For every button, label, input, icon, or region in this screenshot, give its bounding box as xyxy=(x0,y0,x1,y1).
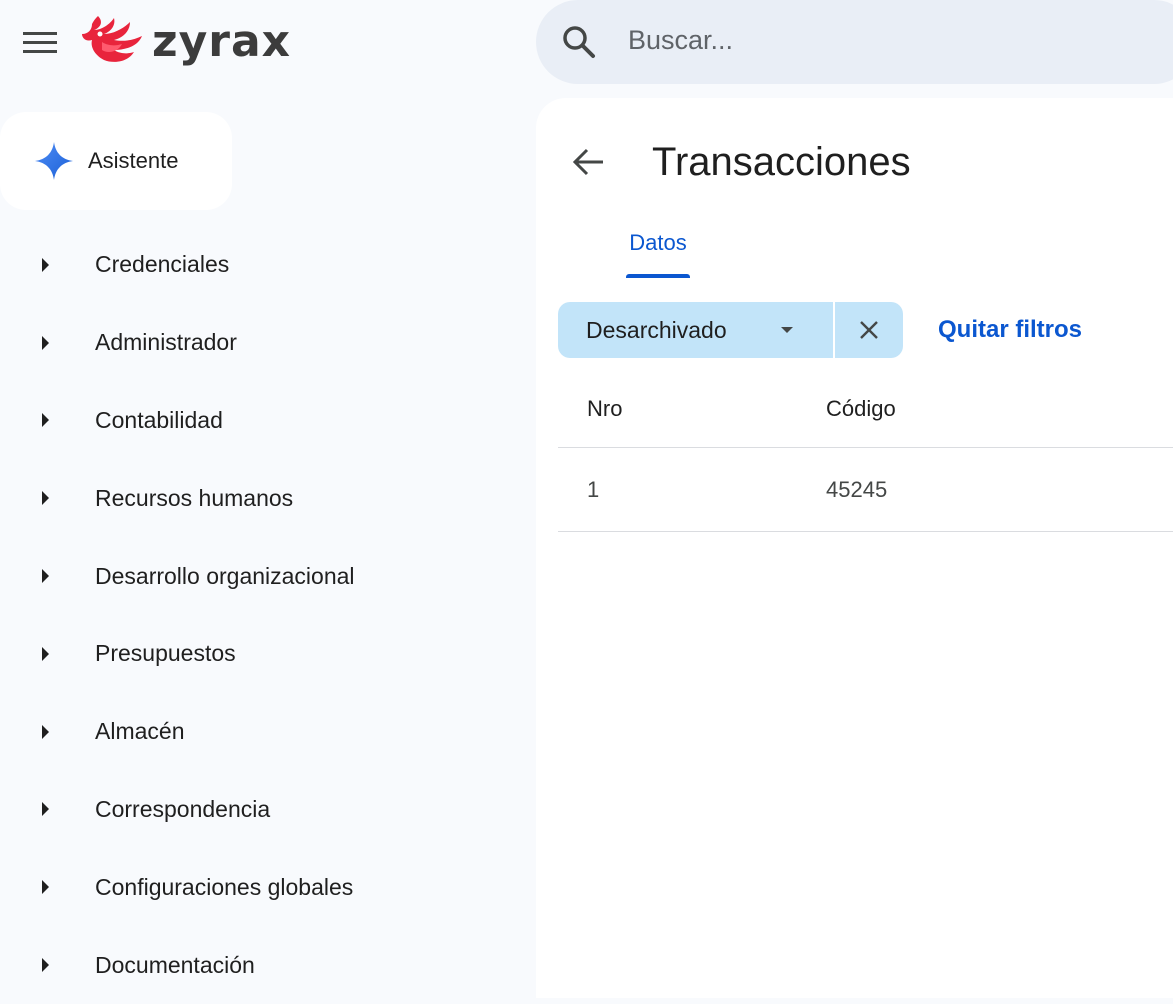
sidebar-item-label: Desarrollo organizacional xyxy=(95,562,355,589)
sidebar-item-contabilidad[interactable]: Contabilidad xyxy=(0,382,534,460)
expand-arrow-icon xyxy=(42,880,49,895)
back-button[interactable] xyxy=(566,140,610,184)
sparkle-icon xyxy=(35,142,73,180)
sidebar-item-label: Documentación xyxy=(95,951,255,978)
expand-arrow-icon xyxy=(42,335,49,350)
sidebar-item-label: Correspondencia xyxy=(95,795,271,822)
data-table: Nro Código 1 45245 xyxy=(558,370,1173,532)
table-cell: 45245 xyxy=(826,476,888,502)
tab-datos[interactable]: Datos xyxy=(622,226,694,278)
sidebar-item-label: Configuraciones globales xyxy=(95,873,354,900)
active-tab-indicator xyxy=(626,274,690,278)
filter-chip-label: Desarchivado xyxy=(586,316,727,343)
close-icon xyxy=(860,321,878,339)
sidebar-item-administrador[interactable]: Administrador xyxy=(0,304,534,382)
logo-wordmark: zyrax xyxy=(152,16,292,67)
assistant-label: Asistente xyxy=(88,148,179,173)
expand-arrow-icon xyxy=(42,646,49,661)
arrow-back-icon xyxy=(572,148,603,176)
table-row[interactable]: 1 45245 xyxy=(558,448,1173,532)
sidebar-item-label: Recursos humanos xyxy=(95,484,294,511)
filter-chip-dropdown[interactable]: Desarchivado xyxy=(558,302,833,358)
expand-arrow-icon xyxy=(42,491,49,506)
expand-arrow-icon xyxy=(42,802,49,817)
sidebar-item-label: Credenciales xyxy=(95,251,230,278)
column-header-nro[interactable]: Nro xyxy=(558,396,826,422)
filter-chip: Desarchivado xyxy=(558,302,903,358)
sidebar-item-label: Almacén xyxy=(95,718,185,745)
sidebar-item-label: Administrador xyxy=(95,329,237,356)
sidebar-item-almacen[interactable]: Almacén xyxy=(0,693,534,771)
sidebar-item-label: Presupuestos xyxy=(95,640,236,667)
sidebar-item-label: Contabilidad xyxy=(95,406,223,433)
expand-arrow-icon xyxy=(42,257,49,272)
main-panel: Transacciones Datos Desarchivado Quitar … xyxy=(536,98,1173,998)
hamburger-menu-icon xyxy=(23,32,57,53)
sidebar-item-presupuestos[interactable]: Presupuestos xyxy=(0,615,534,693)
assistant-button[interactable]: Asistente xyxy=(0,112,232,210)
table-cell: 1 xyxy=(587,476,600,502)
search-icon[interactable] xyxy=(560,23,598,61)
sidebar-item-documentacion[interactable]: Documentación xyxy=(0,926,534,1004)
page-title: Transacciones xyxy=(652,140,911,184)
sidebar-item-correspondencia[interactable]: Correspondencia xyxy=(0,771,534,849)
sidebar-item-desarrollo-organizacional[interactable]: Desarrollo organizacional xyxy=(0,537,534,615)
sidebar-nav: Credenciales Administrador Contabilidad … xyxy=(0,226,534,1004)
sidebar-item-credenciales[interactable]: Credenciales xyxy=(0,226,534,304)
search-input[interactable] xyxy=(626,18,1126,62)
expand-arrow-icon xyxy=(42,569,49,584)
sidebar-item-recursos-humanos[interactable]: Recursos humanos xyxy=(0,459,534,537)
remove-filter-button[interactable] xyxy=(835,302,903,358)
table-header-row: Nro Código xyxy=(558,370,1173,448)
top-bar: zyrax xyxy=(0,0,1173,84)
expand-arrow-icon xyxy=(42,724,49,739)
dropdown-arrow-icon xyxy=(781,327,793,333)
clear-filters-link[interactable]: Quitar filtros xyxy=(938,312,1082,348)
column-header-codigo[interactable]: Código xyxy=(826,396,1173,422)
tab-label: Datos xyxy=(629,230,687,255)
expand-arrow-icon xyxy=(42,958,49,973)
search-bar[interactable] xyxy=(536,0,1173,84)
sidebar-item-configuraciones-globales[interactable]: Configuraciones globales xyxy=(0,848,534,926)
app-logo[interactable]: zyrax xyxy=(80,12,291,72)
menu-button[interactable] xyxy=(18,22,62,62)
expand-arrow-icon xyxy=(42,413,49,428)
dragon-logo-icon xyxy=(82,16,142,62)
